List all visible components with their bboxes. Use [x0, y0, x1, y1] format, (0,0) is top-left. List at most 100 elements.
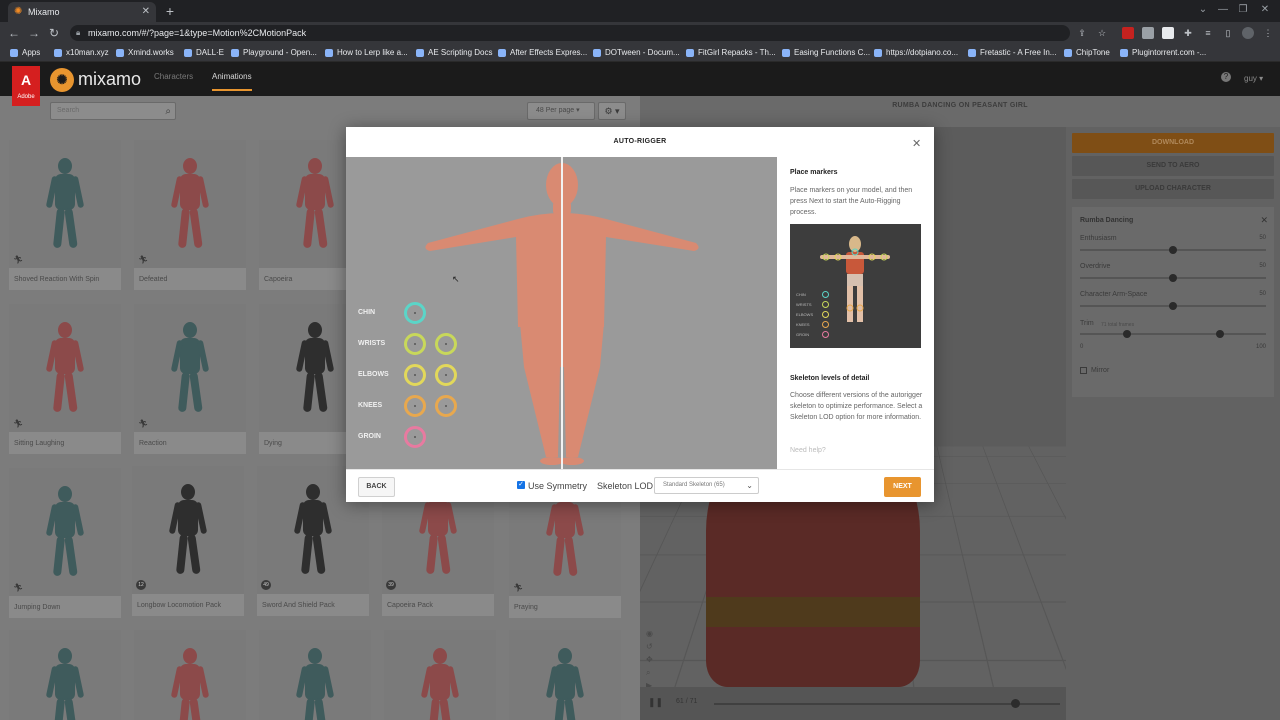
reading-list-icon[interactable]: ≡	[1202, 27, 1214, 39]
tab-characters[interactable]: Characters	[154, 72, 193, 81]
forward-arrow-icon[interactable]: →	[26, 25, 42, 41]
param-slider-handle[interactable]	[1169, 302, 1177, 310]
close-icon[interactable]: ✕	[1260, 215, 1268, 226]
pan-icon[interactable]: ✥	[646, 653, 658, 666]
bookmark-item[interactable]: Xmind.works	[116, 46, 174, 60]
close-icon[interactable]: ✕	[912, 137, 921, 150]
settings-gear-button[interactable]: ⚙ ▾	[598, 102, 626, 120]
knee-right-marker[interactable]	[435, 395, 457, 417]
need-help-link[interactable]: Need help?	[790, 447, 826, 454]
trim-start-handle[interactable]	[1122, 330, 1131, 338]
bookmark-item[interactable]: Easing Functions C...	[782, 46, 870, 60]
animation-card[interactable]: Dying	[259, 304, 346, 454]
mixamo-logo-icon[interactable]: ✺	[50, 68, 74, 92]
animation-card[interactable]: 🏃︎ Shoved Reaction With Spin	[9, 140, 121, 290]
bookmark-item[interactable]: AE Scripting Docs	[416, 46, 492, 60]
bookmark-item[interactable]: Apps	[10, 46, 40, 60]
animation-card[interactable]: 🏃︎ Sitting Laughing	[9, 304, 121, 454]
minimize-icon[interactable]: —	[1216, 3, 1230, 17]
new-tab-button[interactable]: +	[163, 2, 177, 20]
close-window-icon[interactable]: ✕	[1258, 3, 1272, 17]
close-tab-icon[interactable]: ✕	[142, 2, 150, 22]
animation-card[interactable]: 🏃︎ Reaction	[134, 304, 246, 454]
bookmark-item[interactable]: DOTween - Docum...	[593, 46, 680, 60]
extension-white-icon[interactable]	[1162, 27, 1174, 39]
character-figure	[545, 648, 585, 720]
rotate-icon[interactable]: ↺	[646, 640, 658, 653]
bookmark-item[interactable]: How to Lerp like a...	[325, 46, 408, 60]
animation-pack-card[interactable]: 12 Longbow Locomotion Pack	[132, 466, 244, 616]
send-to-aero-button[interactable]: SEND TO AERO	[1072, 156, 1274, 176]
bookmark-item[interactable]: FitGirl Repacks - Th...	[686, 46, 776, 60]
bookmark-item[interactable]: Plugintorrent.com -...	[1120, 46, 1206, 60]
extension-gray-icon[interactable]	[1142, 27, 1154, 39]
animation-card[interactable]	[384, 630, 496, 720]
search-icon[interactable]: ⌕	[165, 104, 171, 120]
browser-menu-icon[interactable]: ⋮	[1262, 27, 1274, 39]
param-slider-handle[interactable]	[1169, 246, 1177, 254]
sidebar-icon[interactable]: ▯	[1222, 27, 1234, 39]
legend-elbows: ELBOWS	[796, 312, 814, 317]
trim-slider-track[interactable]	[1080, 333, 1266, 335]
mirror-checkbox[interactable]	[1080, 367, 1087, 374]
back-button[interactable]: BACK	[358, 477, 395, 497]
trim-end-handle[interactable]	[1215, 330, 1224, 338]
card-label: Sword And Shield Pack	[262, 602, 335, 609]
use-symmetry-checkbox[interactable]: ✓	[517, 481, 525, 489]
animation-card[interactable]: 🏃︎ Jumping Down	[9, 468, 121, 618]
per-page-select[interactable]: 48 Per page ▾	[527, 102, 595, 120]
skeleton-lod-select[interactable]: Standard Skeleton (65) ⌄	[654, 477, 759, 494]
animation-card[interactable]	[509, 630, 621, 720]
bookmark-item[interactable]: ChipTone	[1064, 46, 1110, 60]
timeline-handle[interactable]	[1011, 699, 1021, 708]
camera-icon[interactable]: ◉	[646, 627, 658, 640]
bookmark-item[interactable]: x10man.xyz	[54, 46, 109, 60]
bookmark-item[interactable]: Playground - Open...	[231, 46, 317, 60]
animation-card[interactable]: 🏃︎ Defeated	[134, 140, 246, 290]
brand-name[interactable]: mixamo	[78, 68, 141, 90]
param-slider-handle[interactable]	[1169, 274, 1177, 282]
animation-card[interactable]: Capoeira	[259, 140, 346, 290]
elbow-left-marker[interactable]	[404, 364, 426, 386]
bookmark-item[interactable]: Fretastic - A Free In...	[968, 46, 1056, 60]
url-input[interactable]: 🔒︎ mixamo.com/#/?page=1&type=Motion%2CMo…	[70, 25, 1070, 41]
bookmark-item[interactable]: After Effects Expres...	[498, 46, 587, 60]
upload-character-button[interactable]: UPLOAD CHARACTER	[1072, 179, 1274, 199]
tab-animations[interactable]: Animations	[212, 72, 252, 91]
browser-tab[interactable]: ✺ Mixamo ✕	[8, 2, 156, 22]
extensions-puzzle-icon[interactable]: ✚	[1182, 27, 1194, 39]
zoom-icon[interactable]: ⌕	[646, 666, 658, 679]
tab-search-icon[interactable]: ⌄	[1196, 3, 1210, 17]
download-button[interactable]: DOWNLOAD	[1072, 133, 1274, 153]
back-arrow-icon[interactable]: ←	[6, 25, 22, 41]
bookmark-item[interactable]: DALL·E	[184, 46, 224, 60]
extension-red-icon[interactable]	[1122, 27, 1134, 39]
help-icon[interactable]: ?	[1221, 72, 1231, 82]
chin-marker[interactable]	[404, 302, 426, 324]
pause-icon[interactable]: ❚❚	[648, 697, 663, 708]
use-symmetry-label[interactable]: Use Symmetry	[528, 481, 587, 491]
share-icon[interactable]: ⇪	[1076, 27, 1088, 39]
groin-marker[interactable]	[404, 426, 426, 448]
next-button[interactable]: NEXT	[884, 477, 921, 497]
search-input[interactable]: Search ⌕	[50, 102, 176, 120]
bookmark-item[interactable]: https://dotpiano.co...	[874, 46, 958, 60]
wrist-left-marker[interactable]	[404, 333, 426, 355]
adobe-logo[interactable]: A Adobe	[12, 66, 40, 106]
legend-chin: CHIN	[796, 292, 806, 297]
browser-tabstrip: ✺ Mixamo ✕ + ⌄ — ❐ ✕	[0, 0, 1280, 22]
video-icon[interactable]: ▶	[646, 679, 658, 687]
timeline-scrubber[interactable]	[714, 703, 1060, 705]
reload-icon[interactable]: ↻	[46, 25, 62, 41]
restore-icon[interactable]: ❐	[1236, 3, 1250, 17]
user-menu[interactable]: guy ▾	[1244, 74, 1263, 83]
bookmark-star-icon[interactable]: ☆	[1096, 27, 1108, 39]
knee-left-marker[interactable]	[404, 395, 426, 417]
wrist-right-marker[interactable]	[435, 333, 457, 355]
animation-card[interactable]	[9, 630, 121, 720]
animation-card[interactable]	[259, 630, 371, 720]
animation-card[interactable]	[134, 630, 246, 720]
profile-avatar[interactable]	[1242, 27, 1254, 39]
rigging-stage[interactable]: ↖ CHIN WRISTS ELBOWS KNEES GROIN	[346, 157, 777, 469]
elbow-right-marker[interactable]	[435, 364, 457, 386]
